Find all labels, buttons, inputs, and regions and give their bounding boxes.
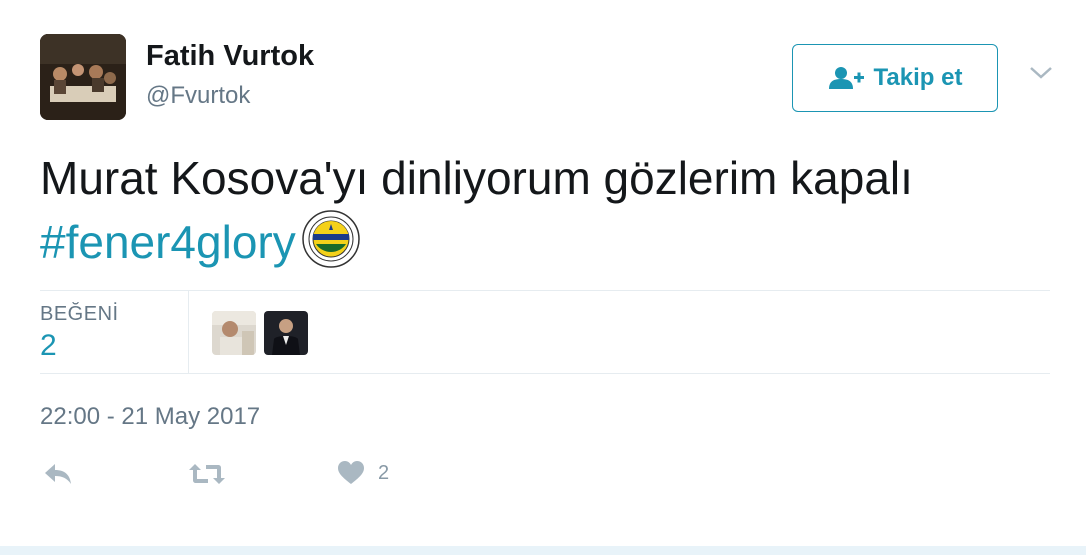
retweet-button[interactable] [188, 462, 226, 486]
reply-button[interactable] [43, 462, 73, 486]
follow-user-icon [828, 67, 864, 89]
tweet-body: Murat Kosova'yı dinliyorum gözlerim kapa… [40, 152, 913, 204]
likes-label: BEĞENİ [40, 303, 119, 325]
avatar[interactable] [40, 34, 126, 120]
liker-avatar-2[interactable] [264, 311, 308, 355]
liker-avatar-1[interactable] [212, 311, 256, 355]
profile-photo-icon [40, 34, 126, 120]
chevron-down-icon [1030, 67, 1052, 79]
user-handle[interactable]: @Fvurtok [146, 82, 250, 110]
engagement-stats: BEĞENİ 2 [40, 290, 1050, 374]
follow-button[interactable]: Takip et [792, 44, 998, 112]
footer-band [0, 546, 1086, 555]
fenerbahce-badge-icon [301, 210, 360, 284]
hashtag-link[interactable]: #fener4glory [40, 216, 296, 268]
like-button[interactable]: 2 [338, 461, 389, 485]
tweet-text: Murat Kosova'yı dinliyorum gözlerim kapa… [40, 146, 1040, 284]
stats-divider [188, 291, 189, 374]
reply-icon [45, 464, 71, 484]
like-count: 2 [378, 461, 390, 484]
tweet-menu-button[interactable] [1028, 64, 1054, 82]
user-name[interactable]: Fatih Vurtok [146, 40, 314, 73]
follow-button-label: Takip et [873, 64, 963, 91]
tweet-timestamp[interactable]: 22:00 - 21 May 2017 [40, 403, 260, 431]
likes-count[interactable]: 2 [40, 329, 57, 363]
heart-icon [338, 461, 364, 484]
retweet-icon [189, 464, 225, 484]
liker-avatar-1-icon [212, 311, 256, 355]
liker-avatar-2-icon [264, 311, 308, 355]
